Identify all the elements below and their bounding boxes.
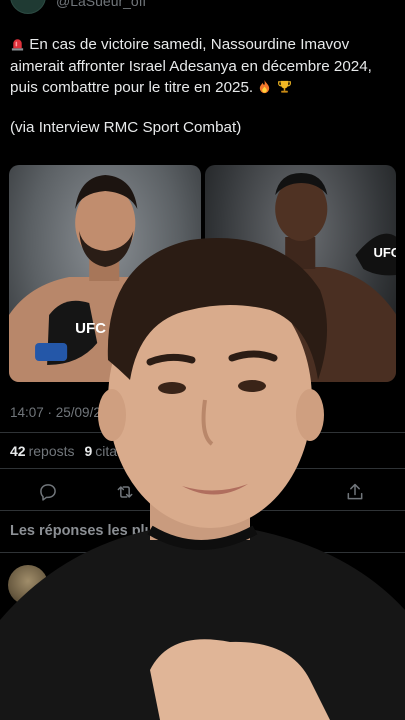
divider bbox=[0, 510, 405, 511]
engagement-stats: 42 reposts 9 citatio bbox=[10, 443, 132, 459]
divider bbox=[0, 552, 405, 553]
siren-icon bbox=[11, 39, 24, 51]
reposts-stat[interactable]: 42 reposts bbox=[10, 443, 75, 459]
fighter-photo-imavov[interactable]: UFC bbox=[9, 165, 201, 382]
share-icon bbox=[347, 483, 363, 500]
divider bbox=[0, 432, 405, 433]
reply-avatar[interactable] bbox=[8, 565, 48, 605]
fighter-photo-adesanya[interactable]: UFC bbox=[204, 165, 396, 382]
tweet-line-1: En cas de victoire samedi, Nassourdine I… bbox=[10, 34, 395, 56]
author-handle[interactable]: @LaSueur_off bbox=[56, 0, 146, 9]
replies-sort-label[interactable]: Les réponses les plus bbox=[10, 523, 162, 539]
left-glove-label: UFC bbox=[75, 320, 106, 337]
fire-icon bbox=[260, 79, 270, 94]
tweet-line-3: puis combattre pour le titre en 2025. bbox=[10, 77, 395, 99]
reposts-label: reposts bbox=[28, 443, 75, 459]
reply-button[interactable] bbox=[37, 481, 59, 503]
citations-label: citatio bbox=[95, 443, 132, 459]
tweet-line-1-text: En cas de victoire samedi, Nassourdine I… bbox=[29, 36, 350, 53]
right-glove-label: UFC bbox=[373, 245, 396, 260]
reposts-count: 42 bbox=[10, 443, 26, 459]
tweet-via: (via Interview RMC Sport Combat) bbox=[10, 118, 242, 136]
citations-stat[interactable]: 9 citatio bbox=[85, 443, 132, 459]
action-bar bbox=[0, 481, 405, 503]
reply-icon bbox=[40, 484, 56, 501]
repost-icon bbox=[117, 486, 133, 498]
tweet-line-2: aimerait affronter Israel Adesanya en dé… bbox=[10, 57, 372, 75]
tweet-timestamp[interactable]: 14:07 · 25/09/202 bbox=[10, 405, 116, 420]
reply-author-name[interactable]: The bbox=[57, 566, 82, 582]
tweet-text: En cas de victoire samedi, Nassourdine I… bbox=[10, 34, 395, 138]
citations-count: 9 bbox=[84, 443, 93, 459]
fighter-illustration-right: UFC bbox=[204, 173, 396, 382]
divider bbox=[0, 468, 405, 469]
share-button[interactable] bbox=[344, 481, 366, 503]
author-avatar[interactable] bbox=[10, 0, 46, 14]
fighter-illustration-left: UFC bbox=[9, 175, 201, 382]
tweet-line-3-text: puis combattre pour le titre en 2025. bbox=[10, 79, 254, 96]
tweet-author-row[interactable]: @LaSueur_off bbox=[10, 0, 146, 14]
trophy-icon bbox=[277, 80, 291, 93]
repost-button[interactable] bbox=[114, 481, 136, 503]
tweet-media[interactable]: UFC UFC bbox=[9, 165, 396, 382]
